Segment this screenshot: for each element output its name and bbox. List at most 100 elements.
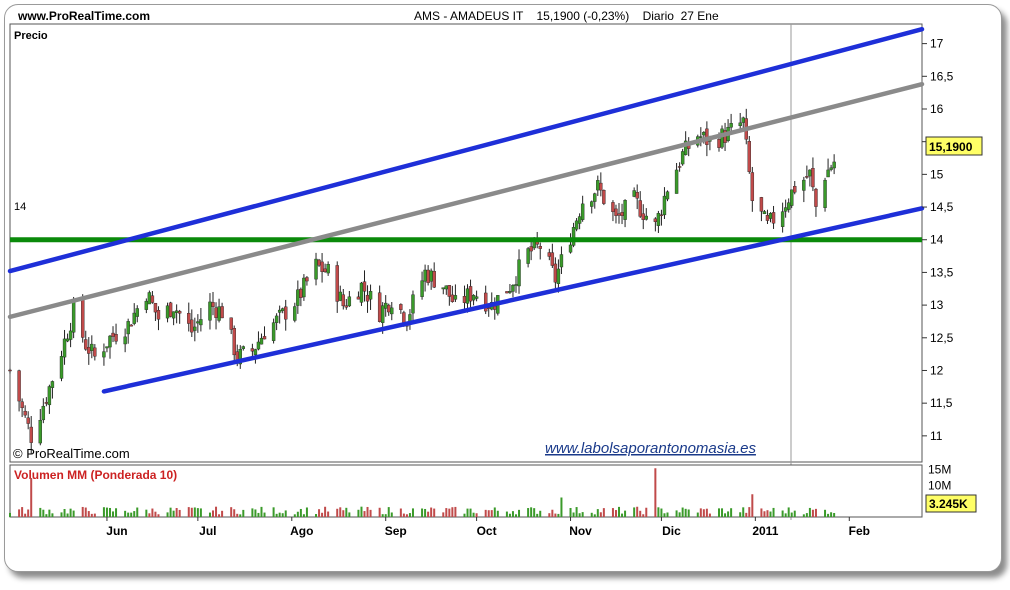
candle-body	[102, 351, 106, 358]
candle-body	[823, 179, 827, 208]
candle-body	[44, 402, 49, 404]
volume-bar	[463, 513, 466, 517]
candle-body	[62, 338, 67, 358]
volume-bar	[357, 509, 360, 517]
volume-bar	[18, 509, 21, 517]
volume-bar	[175, 508, 178, 517]
volume-bar	[27, 509, 30, 517]
time-tick-label: Ago	[290, 524, 313, 538]
volume-bar	[115, 508, 118, 517]
candle-body	[623, 200, 627, 220]
volume-bar	[657, 507, 660, 517]
volume-bar	[708, 513, 711, 517]
candle-body	[590, 201, 594, 207]
volume-tick-label: 10M	[928, 479, 951, 493]
volume-bar	[636, 506, 639, 517]
candle-body	[653, 218, 658, 222]
candle-body	[365, 294, 370, 302]
volume-bar	[421, 508, 424, 517]
candle-body	[762, 211, 767, 215]
volume-bar	[399, 508, 402, 517]
candle-body	[571, 227, 576, 246]
candle-body	[423, 269, 427, 282]
price-tick-label: 17	[930, 37, 944, 51]
volume-bar	[339, 507, 342, 517]
volume-bar	[384, 514, 387, 517]
candle-body	[277, 309, 282, 313]
volume-bar	[663, 513, 666, 517]
volume-bar	[81, 506, 84, 517]
volume-bar	[93, 513, 96, 517]
candle-body	[808, 169, 812, 177]
candle-body	[193, 326, 197, 331]
candle-body	[526, 248, 530, 264]
candle-body	[729, 123, 733, 128]
candle-body	[447, 285, 452, 297]
candle-body	[341, 294, 345, 307]
volume-bar	[169, 507, 172, 517]
price-tick-label: 12,5	[930, 331, 954, 345]
volume-bar	[9, 512, 11, 517]
candle-body	[150, 295, 155, 303]
time-tick-label: Dic	[662, 524, 681, 538]
candle-body	[411, 294, 415, 314]
candle-body	[38, 420, 42, 444]
candle-body	[641, 213, 645, 220]
volume-bar	[618, 506, 621, 517]
volume-bar	[63, 509, 66, 517]
candle-body	[553, 263, 558, 283]
candle-body	[577, 216, 582, 224]
volume-bar	[72, 510, 75, 517]
candle-body	[177, 311, 182, 314]
volume-bar	[681, 507, 684, 517]
candle-body	[87, 346, 91, 354]
volume-bar	[187, 507, 190, 517]
volume-bar	[678, 512, 681, 517]
volume-bar	[572, 512, 575, 517]
volume-bar	[178, 509, 181, 517]
candle-body	[105, 346, 109, 349]
volume-bar	[808, 507, 811, 517]
candle-body	[390, 307, 394, 315]
volume-bar	[30, 478, 33, 517]
volume-bar	[39, 507, 42, 517]
candle-body	[174, 310, 179, 313]
volume-bar	[687, 509, 690, 517]
volume-bar	[590, 512, 593, 517]
volume-bar	[336, 508, 339, 517]
candle-body	[420, 280, 424, 297]
candle-body	[765, 215, 770, 221]
candle-body	[296, 289, 300, 306]
candle-body	[262, 336, 267, 340]
candle-body	[187, 313, 191, 324]
candle-body	[529, 246, 533, 252]
support-label: 14	[14, 201, 26, 213]
candle-body	[50, 381, 55, 388]
candle-body	[635, 192, 639, 199]
price-tick-label: 16,5	[930, 69, 954, 83]
time-tick-label: Oct	[477, 524, 497, 538]
volume-bar	[172, 510, 175, 517]
volume-bar	[548, 513, 551, 517]
candle-body	[90, 343, 94, 351]
volume-bar	[84, 507, 87, 517]
candle-body	[462, 296, 467, 303]
candle-body	[232, 328, 236, 356]
candle-body	[387, 304, 391, 313]
volume-bar	[272, 507, 275, 517]
last-volume-value: 3.245K	[929, 497, 968, 511]
candle-body	[402, 312, 406, 324]
volume-bar	[445, 508, 448, 517]
volume-bar	[581, 512, 584, 517]
volume-bar	[208, 512, 211, 517]
candle-body	[790, 189, 794, 206]
last-price-value: 15,1900	[929, 140, 973, 154]
candle-body	[611, 202, 615, 213]
volume-bar	[24, 513, 27, 517]
volume-bar	[87, 511, 90, 517]
candle-body	[380, 305, 385, 323]
candle-body	[717, 138, 721, 148]
volume-bar	[239, 514, 242, 517]
candle-body	[147, 292, 152, 305]
volume-bar	[645, 507, 648, 517]
